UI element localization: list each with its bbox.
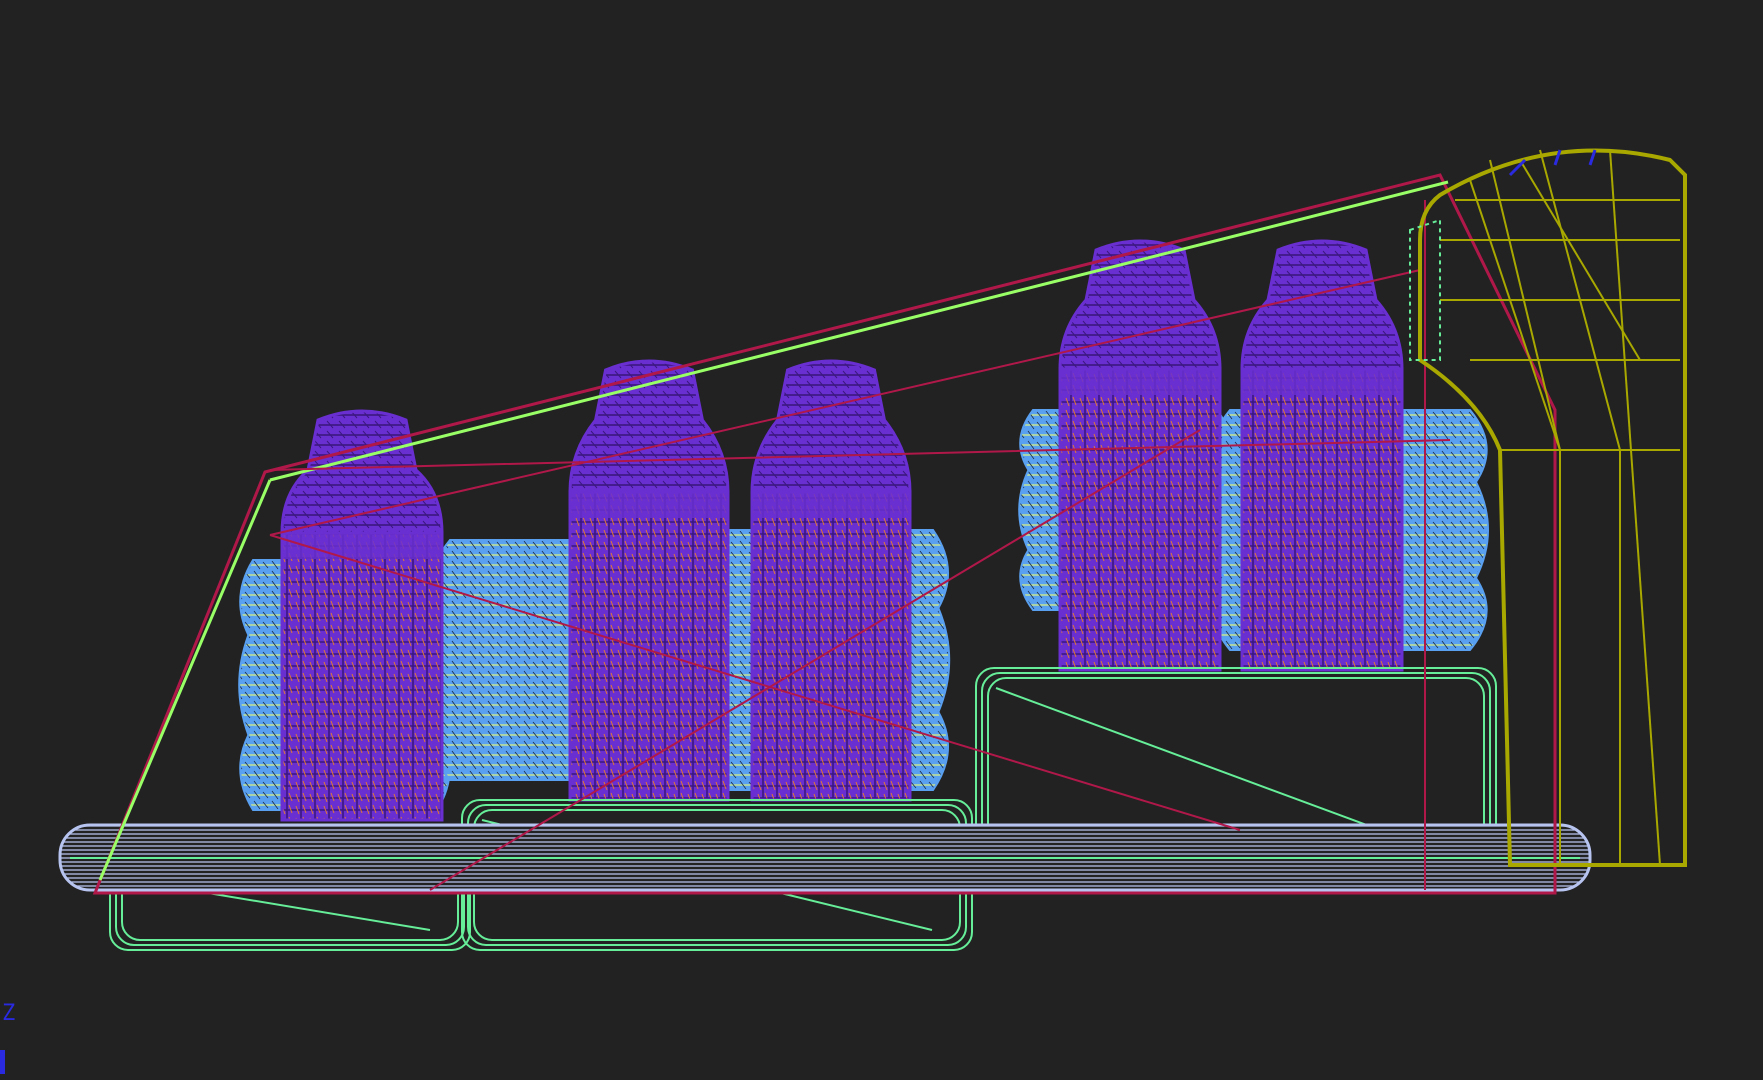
bottle — [568, 359, 730, 802]
bottle-band — [1060, 369, 1220, 395]
bottle-body — [568, 490, 730, 802]
bottle — [1058, 239, 1222, 672]
handle-wire — [1519, 159, 1641, 361]
handle-wire — [1609, 149, 1661, 866]
bottle-band — [570, 492, 728, 518]
bottle-body — [1240, 367, 1404, 672]
handle-wire — [1539, 149, 1621, 865]
wireframe-viewport[interactable]: Z — [0, 0, 1763, 1080]
bottle-body — [280, 531, 444, 822]
handle-wire — [1469, 179, 1561, 451]
bottle-cap — [568, 359, 730, 494]
bottle-cap — [750, 359, 912, 494]
view-axis-indicator — [0, 1050, 5, 1074]
bottle-band — [1242, 369, 1402, 395]
bottle-band — [752, 492, 910, 518]
bottle-body — [750, 490, 912, 802]
view-axis-label: Z — [2, 1001, 16, 1026]
bottle — [750, 359, 912, 802]
bottle-body — [1058, 367, 1222, 672]
wireframe-scene — [58, 148, 1687, 951]
